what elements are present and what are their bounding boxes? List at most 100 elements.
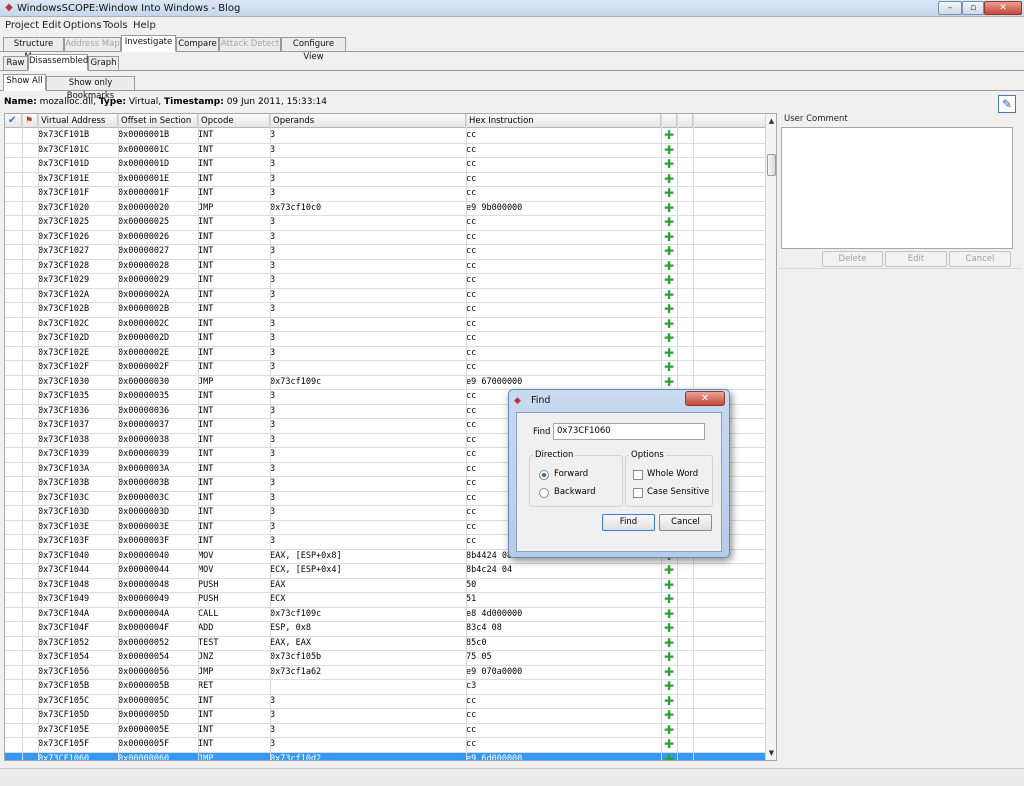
table-row[interactable]: 0x73CF1044 0x00000044 MOV ECX, [ESP+0x4] 8b4… <box>5 564 766 579</box>
tab-configure-view[interactable]: Configure View <box>281 37 346 62</box>
tab-graph[interactable]: Graph <box>88 56 119 71</box>
scroll-up-arrow-icon[interactable]: ▲ <box>766 115 776 127</box>
plus-bookmark-icon[interactable]: ✚ <box>661 173 677 187</box>
table-row[interactable]: 0x73CF102F 0x0000002F INT 3 cc ✚ <box>5 361 766 376</box>
plus-bookmark-icon[interactable]: ✚ <box>661 738 677 752</box>
plus-bookmark-icon[interactable]: ✚ <box>661 303 677 317</box>
backward-radio[interactable] <box>539 488 549 498</box>
maximize-button[interactable]: ▫ <box>962 1 984 15</box>
plus-bookmark-icon[interactable]: ✚ <box>661 347 677 361</box>
plus-bookmark-icon[interactable]: ✚ <box>661 637 677 651</box>
tab-attack-detect[interactable]: Attack Detect <box>219 37 281 52</box>
column-virtual-address[interactable]: Virtual Address <box>38 114 118 128</box>
vertical-scrollbar[interactable]: ▲ ▼ <box>765 114 776 760</box>
table-row[interactable]: 0x73CF1030 0x00000030 JMP 0x73cf109c e9 6700… <box>5 376 766 390</box>
table-row[interactable]: 0x73CF1056 0x00000056 JMP 0x73cf1a62 e9 070a… <box>5 666 766 680</box>
plus-bookmark-icon[interactable]: ✚ <box>661 144 677 158</box>
user-comment-textarea[interactable] <box>781 127 1013 249</box>
tab-show-only-bookmarks[interactable]: Show only Bookmarks <box>46 76 135 101</box>
plus-bookmark-icon[interactable]: ✚ <box>661 274 677 288</box>
plus-bookmark-icon[interactable]: ✚ <box>661 622 677 636</box>
cancel-comment-button[interactable]: Cancel <box>949 251 1011 267</box>
table-row[interactable]: 0x73CF101C 0x0000001C INT 3 cc ✚ <box>5 144 766 158</box>
plus-bookmark-icon[interactable]: ✚ <box>661 724 677 738</box>
tab-disassembled[interactable]: Disassembled <box>28 54 88 71</box>
scroll-down-arrow-icon[interactable]: ▼ <box>766 747 776 759</box>
find-input[interactable]: 0x73CF1060 <box>553 423 705 440</box>
tab-structure-map[interactable]: Structure Map <box>3 37 64 62</box>
plus-bookmark-icon[interactable]: ✚ <box>661 695 677 709</box>
table-row[interactable]: 0x73CF102E 0x0000002E INT 3 cc ✚ <box>5 347 766 361</box>
plus-bookmark-icon[interactable]: ✚ <box>661 231 677 245</box>
menu-edit[interactable]: Edit <box>42 19 61 33</box>
plus-bookmark-icon[interactable]: ✚ <box>661 289 677 303</box>
plus-bookmark-icon[interactable]: ✚ <box>661 187 677 201</box>
column-hex-instruction[interactable]: Hex Instruction <box>466 114 661 128</box>
plus-bookmark-icon[interactable]: ✚ <box>661 753 677 761</box>
whole-word-label[interactable]: Whole Word <box>647 469 698 480</box>
table-row[interactable]: 0x73CF102D 0x0000002D INT 3 cc ✚ <box>5 332 766 347</box>
column-operands[interactable]: Operands <box>270 114 466 128</box>
minimize-button[interactable]: – <box>938 1 962 15</box>
plus-bookmark-icon[interactable]: ✚ <box>661 129 677 143</box>
tab-investigate[interactable]: Investigate <box>121 35 176 52</box>
table-row[interactable]: 0x73CF101E 0x0000001E INT 3 cc ✚ <box>5 173 766 187</box>
table-row[interactable]: 0x73CF105C 0x0000005C INT 3 cc ✚ <box>5 695 766 709</box>
delete-comment-button[interactable]: Delete <box>822 251 883 267</box>
table-row[interactable]: 0x73CF101D 0x0000001D INT 3 cc ✚ <box>5 158 766 173</box>
table-row[interactable]: 0x73CF105E 0x0000005E INT 3 cc ✚ <box>5 724 766 738</box>
plus-bookmark-icon[interactable]: ✚ <box>661 318 677 332</box>
table-row[interactable]: 0x73CF104A 0x0000004A CALL 0x73cf109c e8 4d0… <box>5 608 766 622</box>
tab-show-all[interactable]: Show All <box>3 74 46 91</box>
edit-comment-text-button[interactable]: Edit <box>885 251 947 267</box>
table-row[interactable]: 0x73CF1020 0x00000020 JMP 0x73cf10c0 e9 9b00… <box>5 202 766 216</box>
checkmark-icon[interactable]: ✔ <box>5 114 22 128</box>
column-extra-2[interactable] <box>693 114 766 128</box>
case-sensitive-checkbox[interactable] <box>633 488 643 498</box>
table-row[interactable]: 0x73CF1049 0x00000049 PUSH ECX 51 ✚ <box>5 593 766 608</box>
find-dialog-close-button[interactable]: ✕ <box>685 391 725 406</box>
table-row[interactable]: 0x73CF101B 0x0000001B INT 3 cc ✚ <box>5 129 766 144</box>
plus-bookmark-icon[interactable]: ✚ <box>661 376 677 390</box>
table-row[interactable]: 0x73CF101F 0x0000001F INT 3 cc ✚ <box>5 187 766 202</box>
table-row[interactable]: 0x73CF1028 0x00000028 INT 3 cc ✚ <box>5 260 766 274</box>
menu-project[interactable]: Project <box>5 19 39 33</box>
edit-comment-button[interactable]: ✎ <box>998 95 1016 113</box>
whole-word-checkbox[interactable] <box>633 470 643 480</box>
tab-compare[interactable]: Compare <box>176 37 219 52</box>
plus-bookmark-icon[interactable]: ✚ <box>661 666 677 680</box>
menu-tools[interactable]: Tools <box>103 19 128 33</box>
flag-icon[interactable]: ⚑ <box>22 114 38 128</box>
plus-bookmark-icon[interactable]: ✚ <box>661 245 677 259</box>
plus-bookmark-icon[interactable]: ✚ <box>661 332 677 346</box>
column-opcode[interactable]: Opcode <box>198 114 270 128</box>
table-row[interactable]: 0x73CF105B 0x0000005B RET c3 ✚ <box>5 680 766 695</box>
close-window-button[interactable]: ✕ <box>984 1 1022 15</box>
forward-radio[interactable] <box>539 470 549 480</box>
column-bookmark[interactable] <box>661 114 677 128</box>
cancel-button[interactable]: Cancel <box>659 514 712 531</box>
plus-bookmark-icon[interactable]: ✚ <box>661 260 677 274</box>
find-button[interactable]: Find <box>602 514 655 531</box>
plus-bookmark-icon[interactable]: ✚ <box>661 579 677 593</box>
tab-raw[interactable]: Raw <box>3 56 28 71</box>
table-row[interactable]: 0x73CF102B 0x0000002B INT 3 cc ✚ <box>5 303 766 318</box>
table-row[interactable]: 0x73CF105D 0x0000005D INT 3 cc ✚ <box>5 709 766 724</box>
column-extra-1[interactable] <box>677 114 693 128</box>
table-row[interactable]: 0x73CF1052 0x00000052 TEST EAX, EAX 85c0 ✚ <box>5 637 766 651</box>
plus-bookmark-icon[interactable]: ✚ <box>661 651 677 665</box>
scroll-thumb[interactable] <box>767 154 776 176</box>
column-offset-in-section[interactable]: Offset in Section <box>118 114 198 128</box>
menu-options[interactable]: Options <box>63 19 102 33</box>
table-row[interactable]: 0x73CF1029 0x00000029 INT 3 cc ✚ <box>5 274 766 289</box>
case-sensitive-label[interactable]: Case Sensitive <box>647 487 709 498</box>
backward-label[interactable]: Backward <box>554 487 596 498</box>
tab-address-map[interactable]: Address Map <box>64 37 121 52</box>
table-row[interactable]: 0x73CF1048 0x00000048 PUSH EAX 50 ✚ <box>5 579 766 593</box>
table-row[interactable]: 0x73CF1026 0x00000026 INT 3 cc ✚ <box>5 231 766 245</box>
plus-bookmark-icon[interactable]: ✚ <box>661 593 677 607</box>
table-row[interactable]: 0x73CF1027 0x00000027 INT 3 cc ✚ <box>5 245 766 260</box>
plus-bookmark-icon[interactable]: ✚ <box>661 608 677 622</box>
plus-bookmark-icon[interactable]: ✚ <box>661 709 677 723</box>
plus-bookmark-icon[interactable]: ✚ <box>661 680 677 694</box>
